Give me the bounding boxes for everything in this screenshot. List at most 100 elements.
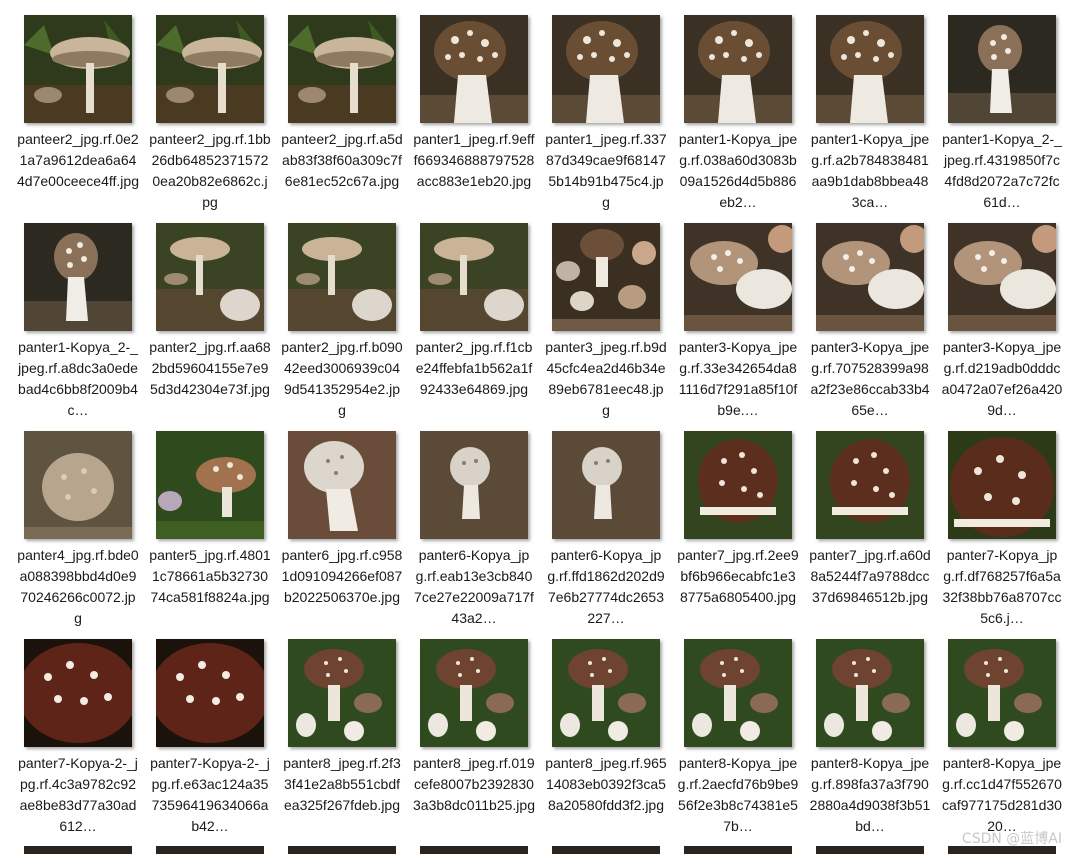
file-thumbnail[interactable] [420,431,528,539]
file-thumbnail[interactable] [816,431,924,539]
file-item[interactable]: panter6-Kopya_jpg.rf.ffd1862d202d97e6b27… [547,431,680,639]
file-thumbnail[interactable] [948,639,1056,747]
file-thumbnail[interactable] [816,223,924,331]
file-name: panter1-Kopya_2-_jpeg.rf.4319850f7c4fd8d… [942,131,1062,210]
file-name: panter2_jpg.rf.aa682bd59604155e7e95d3d42… [149,339,271,397]
file-item[interactable]: panter1_jpeg.rf.33787d349cae9f681475b14b… [545,15,680,223]
file-item[interactable]: panter7-Kopya_jpg.rf.df768257f6a5a32f38b… [942,431,1068,639]
file-thumbnail[interactable] [288,15,396,123]
file-name: panter5_jpg.rf.48011c78661a5b3273074ca58… [149,547,271,605]
thumbnail-grid: panteer2_jpg.rf.0e21a7a9612dea6a644d7e00… [0,0,1068,854]
file-thumbnail[interactable] [552,15,660,123]
file-name: panter8_jpeg.rf.019cefe8007b23928303a3b8… [413,755,535,813]
file-item[interactable]: panter1-Kopya_2-_jpeg.rf.4319850f7c4fd8d… [942,15,1068,223]
file-thumbnail[interactable] [552,431,660,539]
file-name: panter1_jpeg.rf.33787d349cae9f681475b14b… [545,131,667,210]
file-thumbnail[interactable] [156,15,264,123]
file-thumbnail[interactable] [684,639,792,747]
file-item[interactable]: panter3-Kopya_jpeg.rf.707528399a98a2f23e… [810,223,944,431]
file-item[interactable]: panteer2_jpg.rf.a5dab83f38f60a309c7f6e81… [281,15,416,223]
file-name: panter8-Kopya_jpeg.rf.cc1d47f552670caf97… [942,755,1062,834]
file-thumbnail[interactable] [156,223,264,331]
file-thumbnail[interactable] [552,223,660,331]
file-thumbnail[interactable] [288,223,396,331]
file-name: panter1-Kopya_2-_jpeg.rf.a8dc3a0edebad4c… [18,339,138,418]
file-item[interactable]: panter7-Kopya-2-_jpg.rf.e63ac124a3573596… [150,639,284,847]
file-item[interactable]: panter2_jpg.rf.b09042eed3006939c049d5413… [281,223,416,431]
file-item[interactable]: panteer2_jpg.rf.0e21a7a9612dea6a644d7e00… [17,15,152,223]
file-name: panter3-Kopya_jpeg.rf.d219adb0dddca0472a… [941,339,1063,418]
file-name: panter7_jpg.rf.a60d8a5244f7a9788dcc37d69… [809,547,931,605]
file-item[interactable]: panter8_jpeg.rf.96514083eb0392f3ca58a205… [545,639,680,847]
file-item[interactable]: panter1-Kopya_jpeg.rf.038a60d3083b09a152… [678,15,812,223]
file-item[interactable]: panter8-Kopya_jpeg.rf.cc1d47f552670caf97… [942,639,1068,847]
file-thumbnail[interactable] [24,431,132,539]
file-thumbnail[interactable] [156,639,264,747]
file-name: panter1-Kopya_jpeg.rf.038a60d3083b09a152… [678,131,798,210]
file-item[interactable]: panter8-Kopya_jpeg.rf.898fa37a3f7902880a… [809,639,944,847]
file-thumbnail[interactable] [24,15,132,123]
file-item[interactable]: panter8_jpeg.rf.2f33f41e2a8b551cbdfea325… [283,639,416,847]
file-thumbnail[interactable] [684,431,792,539]
file-item[interactable]: panter8_jpeg.rf.019cefe8007b23928303a3b8… [413,639,548,847]
file-item[interactable]: panter5_jpg.rf.48011c78661a5b3273074ca58… [149,431,284,639]
file-thumbnail[interactable] [420,639,528,747]
file-name: panter3-Kopya_jpeg.rf.707528399a98a2f23e… [810,339,930,418]
file-name: panter1_jpeg.rf.9efff669346888797528acc8… [413,131,535,189]
file-name: panter6_jpg.rf.c9581d091094266ef087b2022… [281,547,403,605]
file-name: panter7_jpg.rf.2ee9bf6b966ecabfc1e38775a… [677,547,799,605]
file-name: panter1-Kopya_jpeg.rf.a2b784838481aa9b1d… [810,131,930,210]
file-item[interactable]: panter7-Kopya-2-_jpg.rf.4c3a9782c92ae8be… [18,639,152,847]
file-item[interactable]: panter4_jpg.rf.bde0a088398bbd4d0e9702462… [17,431,152,639]
file-thumbnail[interactable] [948,431,1056,539]
file-thumbnail[interactable] [288,639,396,747]
file-item[interactable]: panter3-Kopya_jpeg.rf.33e342654da81116d7… [678,223,812,431]
file-thumbnail[interactable] [552,639,660,747]
file-thumbnail-partial[interactable] [288,846,396,854]
file-item[interactable]: panteer2_jpg.rf.1bb26db648523715720ea20b… [149,15,284,223]
file-item[interactable]: panter2_jpg.rf.aa682bd59604155e7e95d3d42… [149,223,284,431]
file-name: panter8_jpeg.rf.96514083eb0392f3ca58a205… [545,755,667,813]
file-name: panter6-Kopya_jpg.rf.eab13e3cb8407ce27e2… [414,547,534,626]
file-thumbnail[interactable] [420,15,528,123]
file-name: panteer2_jpg.rf.a5dab83f38f60a309c7f6e81… [281,131,403,189]
file-name: panter3-Kopya_jpeg.rf.33e342654da81116d7… [678,339,798,418]
file-thumbnail-partial[interactable] [420,846,528,854]
file-item[interactable]: panter6_jpg.rf.c9581d091094266ef087b2022… [281,431,416,639]
file-thumbnail[interactable] [816,639,924,747]
file-item[interactable]: panter2_jpg.rf.f1cbe24ffebfa1b562a1f9243… [416,223,548,431]
file-name: panter7-Kopya_jpg.rf.df768257f6a5a32f38b… [942,547,1062,626]
file-item[interactable]: panter7_jpg.rf.a60d8a5244f7a9788dcc37d69… [809,431,944,639]
file-item[interactable]: panter6-Kopya_jpg.rf.eab13e3cb8407ce27e2… [414,431,548,639]
file-thumbnail[interactable] [816,15,924,123]
file-thumbnail-partial[interactable] [156,846,264,854]
file-item[interactable]: panter1-Kopya_2-_jpeg.rf.a8dc3a0edebad4c… [18,223,152,431]
file-item[interactable]: panter3_jpeg.rf.b9d45cfc4ea2d46b34e89eb6… [545,223,680,431]
file-thumbnail[interactable] [684,223,792,331]
file-thumbnail[interactable] [156,431,264,539]
file-name: panter3_jpeg.rf.b9d45cfc4ea2d46b34e89eb6… [545,339,667,418]
file-thumbnail[interactable] [288,431,396,539]
file-thumbnail-partial[interactable] [816,846,924,854]
file-name: panter7-Kopya-2-_jpg.rf.e63ac124a3573596… [150,755,270,834]
file-thumbnail-partial[interactable] [24,846,132,854]
file-thumbnail[interactable] [420,223,528,331]
file-thumbnail-partial[interactable] [684,846,792,854]
file-thumbnail[interactable] [948,15,1056,123]
file-item[interactable]: panter1_jpeg.rf.9efff669346888797528acc8… [413,15,548,223]
file-item[interactable]: panter3-Kopya_jpeg.rf.d219adb0dddca0472a… [941,223,1068,431]
file-thumbnail[interactable] [24,639,132,747]
file-thumbnail[interactable] [24,223,132,331]
file-item[interactable]: panter8-Kopya_jpeg.rf.2aecfd76b9be956f2e… [678,639,812,847]
file-name: panteer2_jpg.rf.1bb26db648523715720ea20b… [149,131,271,210]
file-thumbnail-partial[interactable] [552,846,660,854]
file-item[interactable]: panter7_jpg.rf.2ee9bf6b966ecabfc1e38775a… [677,431,812,639]
file-name: panter8-Kopya_jpeg.rf.898fa37a3f7902880a… [809,755,931,834]
file-name: panter4_jpg.rf.bde0a088398bbd4d0e9702462… [17,547,139,626]
file-name: panter6-Kopya_jpg.rf.ffd1862d202d97e6b27… [547,547,665,626]
file-name: panter2_jpg.rf.f1cbe24ffebfa1b562a1f9243… [415,339,533,397]
file-thumbnail[interactable] [948,223,1056,331]
file-name: panteer2_jpg.rf.0e21a7a9612dea6a644d7e00… [17,131,139,189]
file-thumbnail[interactable] [684,15,792,123]
file-item[interactable]: panter1-Kopya_jpeg.rf.a2b784838481aa9b1d… [810,15,944,223]
